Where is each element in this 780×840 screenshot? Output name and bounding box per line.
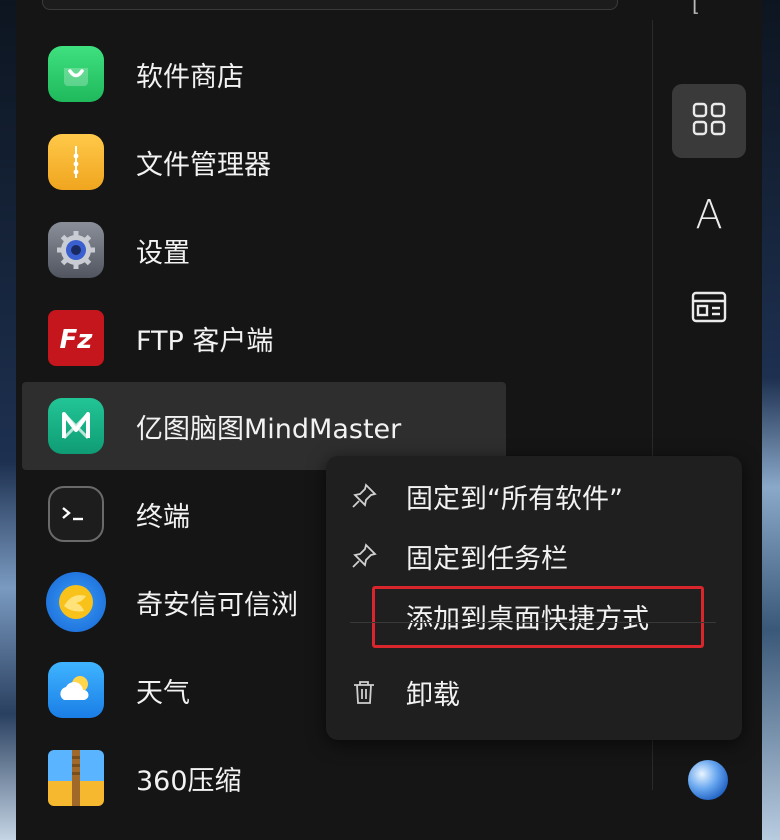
user-avatar-globe-icon[interactable] [688,760,728,800]
context-menu: 固定到“所有软件” 固定到任务栏 添加到桌面快捷方式 卸载 [326,456,742,740]
menu-item-uninstall[interactable]: 卸载 [326,662,742,722]
app-item-file-manager[interactable]: 文件管理器 [22,118,506,206]
app-label: 设置 [136,237,190,269]
pin-icon [348,540,380,572]
app-label: 360压缩 [136,765,242,797]
alphabetical-view-button[interactable]: A [672,178,746,252]
terminal-icon [48,486,104,542]
weather-icon [48,662,104,718]
category-card-icon [691,291,727,327]
app-item-360-archive[interactable]: 360压缩 [22,734,506,822]
app-label: FTP 客户端 [136,325,274,357]
grid-icon [691,101,727,141]
top-bracket-glyph: [ [692,0,700,16]
search-input[interactable] [42,0,618,10]
browser-icon [46,572,106,632]
desktop-wallpaper-right [760,0,780,840]
category-view-button[interactable] [672,272,746,346]
menu-separator [350,622,716,623]
start-menu-launcher: [ 软件商店 文件管理器 设置 Fz FTP 客户端 亿图脑图MindMaste… [16,0,762,840]
trash-icon [348,676,380,708]
menu-item-label: 固定到任务栏 [406,543,568,575]
app-item-store[interactable]: 软件商店 [22,30,506,118]
pin-icon [348,480,380,512]
archive-icon [48,750,104,806]
app-label: 奇安信可信浏 [136,589,298,621]
menu-item-label: 固定到“所有软件” [406,483,623,515]
menu-item-label: 卸载 [406,679,460,711]
store-bag-icon [48,46,104,102]
svg-text:Fz: Fz [60,325,94,355]
mindmaster-icon [48,398,104,454]
gear-icon [48,222,104,278]
letter-a-icon: A [695,192,723,238]
app-label: 天气 [136,677,190,709]
folder-icon [48,134,104,190]
app-label: 终端 [136,501,190,533]
menu-item-pin-all-apps[interactable]: 固定到“所有软件” [326,466,742,526]
app-label: 亿图脑图MindMaster [136,413,402,445]
app-label: 文件管理器 [136,149,271,181]
app-item-ftp-client[interactable]: Fz FTP 客户端 [22,294,506,382]
all-apps-view-button[interactable] [672,84,746,158]
filezilla-icon: Fz [48,310,104,366]
app-item-settings[interactable]: 设置 [22,206,506,294]
app-label: 软件商店 [136,61,244,93]
menu-item-pin-taskbar[interactable]: 固定到任务栏 [326,526,742,586]
red-highlight-annotation [372,586,704,648]
